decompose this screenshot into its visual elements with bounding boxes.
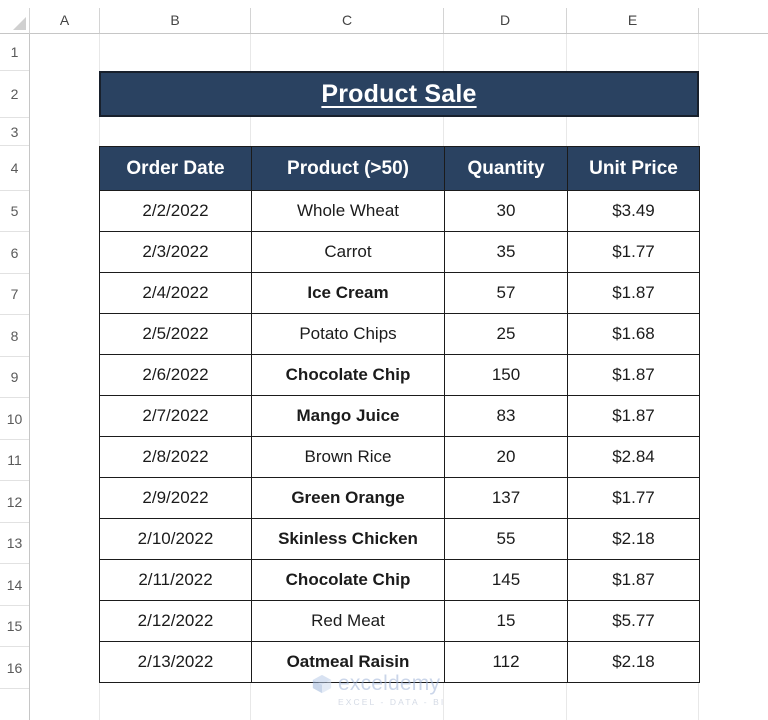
cell-quantity[interactable]: 20 [444, 436, 568, 478]
select-all-button[interactable] [0, 8, 30, 34]
row-header-10[interactable]: 10 [0, 398, 29, 440]
row-header-5[interactable]: 5 [0, 191, 29, 232]
cell-order-date[interactable]: 2/8/2022 [99, 436, 252, 478]
row-header-8[interactable]: 8 [0, 315, 29, 357]
table-row: 2/12/2022 Red Meat 15 $5.77 [99, 600, 700, 642]
cell-product[interactable]: Brown Rice [251, 436, 445, 478]
cell-order-date[interactable]: 2/10/2022 [99, 518, 252, 560]
row-header-strip: 1 2 3 4 5 6 7 8 9 10 11 12 13 14 15 16 [0, 34, 30, 720]
cell-order-date[interactable]: 2/9/2022 [99, 477, 252, 519]
page-title: Product Sale [321, 79, 477, 108]
cell-order-date[interactable]: 2/7/2022 [99, 395, 252, 437]
table-row: 2/11/2022 Chocolate Chip 145 $1.87 [99, 559, 700, 601]
row-header-14[interactable]: 14 [0, 564, 29, 606]
column-header-a[interactable]: A [30, 8, 100, 33]
column-header-order-date[interactable]: Order Date [99, 146, 252, 191]
cell-product[interactable]: Mango Juice [251, 395, 445, 437]
cell-order-date[interactable]: 2/2/2022 [99, 190, 252, 232]
cell-unit-price[interactable]: $2.84 [567, 436, 700, 478]
table-row: 2/9/2022 Green Orange 137 $1.77 [99, 477, 700, 519]
cell-order-date[interactable]: 2/5/2022 [99, 313, 252, 355]
table-title-banner[interactable]: Product Sale [99, 71, 699, 117]
row-header-7[interactable]: 7 [0, 274, 29, 315]
column-header-b[interactable]: B [100, 8, 251, 33]
row-header-1[interactable]: 1 [0, 34, 29, 71]
table-row: 2/3/2022 Carrot 35 $1.77 [99, 231, 700, 273]
cell-unit-price[interactable]: $1.87 [567, 354, 700, 396]
cell-unit-price[interactable]: $1.87 [567, 272, 700, 314]
table-row: 2/2/2022 Whole Wheat 30 $3.49 [99, 190, 700, 232]
cell-quantity[interactable]: 57 [444, 272, 568, 314]
cell-product[interactable]: Chocolate Chip [251, 354, 445, 396]
column-header-strip: A B C D E [0, 8, 768, 34]
select-all-triangle-icon [13, 17, 26, 30]
cell-product[interactable]: Green Orange [251, 477, 445, 519]
column-header-c[interactable]: C [251, 8, 444, 33]
cell-quantity[interactable]: 30 [444, 190, 568, 232]
cell-product[interactable]: Skinless Chicken [251, 518, 445, 560]
cell-unit-price[interactable]: $3.49 [567, 190, 700, 232]
table-row: 2/10/2022 Skinless Chicken 55 $2.18 [99, 518, 700, 560]
cell-quantity[interactable]: 35 [444, 231, 568, 273]
table-row: 2/8/2022 Brown Rice 20 $2.84 [99, 436, 700, 478]
row-header-2[interactable]: 2 [0, 71, 29, 118]
cell-order-date[interactable]: 2/6/2022 [99, 354, 252, 396]
column-header-overflow [699, 8, 768, 33]
table-row: 2/5/2022 Potato Chips 25 $1.68 [99, 313, 700, 355]
spreadsheet-grid: A B C D E 1 2 3 4 5 6 7 8 9 10 11 12 13 … [0, 0, 768, 720]
cell-quantity[interactable]: 83 [444, 395, 568, 437]
row-header-11[interactable]: 11 [0, 440, 29, 481]
cell-quantity[interactable]: 55 [444, 518, 568, 560]
table-row: 2/6/2022 Chocolate Chip 150 $1.87 [99, 354, 700, 396]
row-header-4[interactable]: 4 [0, 146, 29, 191]
cell-quantity[interactable]: 15 [444, 600, 568, 642]
table-header-row: Order Date Product (>50) Quantity Unit P… [99, 146, 700, 191]
table-row: 2/13/2022 Oatmeal Raisin 112 $2.18 [99, 641, 700, 683]
cell-unit-price[interactable]: $1.68 [567, 313, 700, 355]
row-header-15[interactable]: 15 [0, 606, 29, 647]
cell-product[interactable]: Chocolate Chip [251, 559, 445, 601]
row-header-3[interactable]: 3 [0, 118, 29, 146]
cell-order-date[interactable]: 2/12/2022 [99, 600, 252, 642]
table-row: 2/7/2022 Mango Juice 83 $1.87 [99, 395, 700, 437]
cell-quantity[interactable]: 25 [444, 313, 568, 355]
row-header-13[interactable]: 13 [0, 523, 29, 564]
cell-product[interactable]: Whole Wheat [251, 190, 445, 232]
column-header-product[interactable]: Product (>50) [251, 146, 445, 191]
cell-unit-price[interactable]: $5.77 [567, 600, 700, 642]
cell-product[interactable]: Ice Cream [251, 272, 445, 314]
row-header-6[interactable]: 6 [0, 232, 29, 274]
cell-quantity[interactable]: 145 [444, 559, 568, 601]
table-body: 2/2/2022 Whole Wheat 30 $3.49 2/3/2022 Carrot… [99, 190, 700, 683]
column-header-unit-price[interactable]: Unit Price [567, 146, 700, 191]
column-header-e[interactable]: E [567, 8, 699, 33]
row-header-9[interactable]: 9 [0, 357, 29, 398]
column-header-d[interactable]: D [444, 8, 567, 33]
row-header-12[interactable]: 12 [0, 481, 29, 523]
cell-order-date[interactable]: 2/4/2022 [99, 272, 252, 314]
cell-order-date[interactable]: 2/11/2022 [99, 559, 252, 601]
cell-product[interactable]: Potato Chips [251, 313, 445, 355]
cell-unit-price[interactable]: $1.77 [567, 477, 700, 519]
cell-product[interactable]: Red Meat [251, 600, 445, 642]
cell-order-date[interactable]: 2/13/2022 [99, 641, 252, 683]
cell-quantity[interactable]: 150 [444, 354, 568, 396]
cell-unit-price[interactable]: $2.18 [567, 641, 700, 683]
row-header-16[interactable]: 16 [0, 647, 29, 689]
cell-unit-price[interactable]: $1.87 [567, 395, 700, 437]
cell-order-date[interactable]: 2/3/2022 [99, 231, 252, 273]
cell-quantity[interactable]: 137 [444, 477, 568, 519]
cell-unit-price[interactable]: $2.18 [567, 518, 700, 560]
table-row: 2/4/2022 Ice Cream 57 $1.87 [99, 272, 700, 314]
product-sale-table: Order Date Product (>50) Quantity Unit P… [99, 146, 700, 683]
cell-product[interactable]: Oatmeal Raisin [251, 641, 445, 683]
column-header-quantity[interactable]: Quantity [444, 146, 568, 191]
cell-quantity[interactable]: 112 [444, 641, 568, 683]
watermark-tagline: EXCEL - DATA - BI [338, 697, 446, 707]
cell-unit-price[interactable]: $1.77 [567, 231, 700, 273]
cell-product[interactable]: Carrot [251, 231, 445, 273]
cell-unit-price[interactable]: $1.87 [567, 559, 700, 601]
